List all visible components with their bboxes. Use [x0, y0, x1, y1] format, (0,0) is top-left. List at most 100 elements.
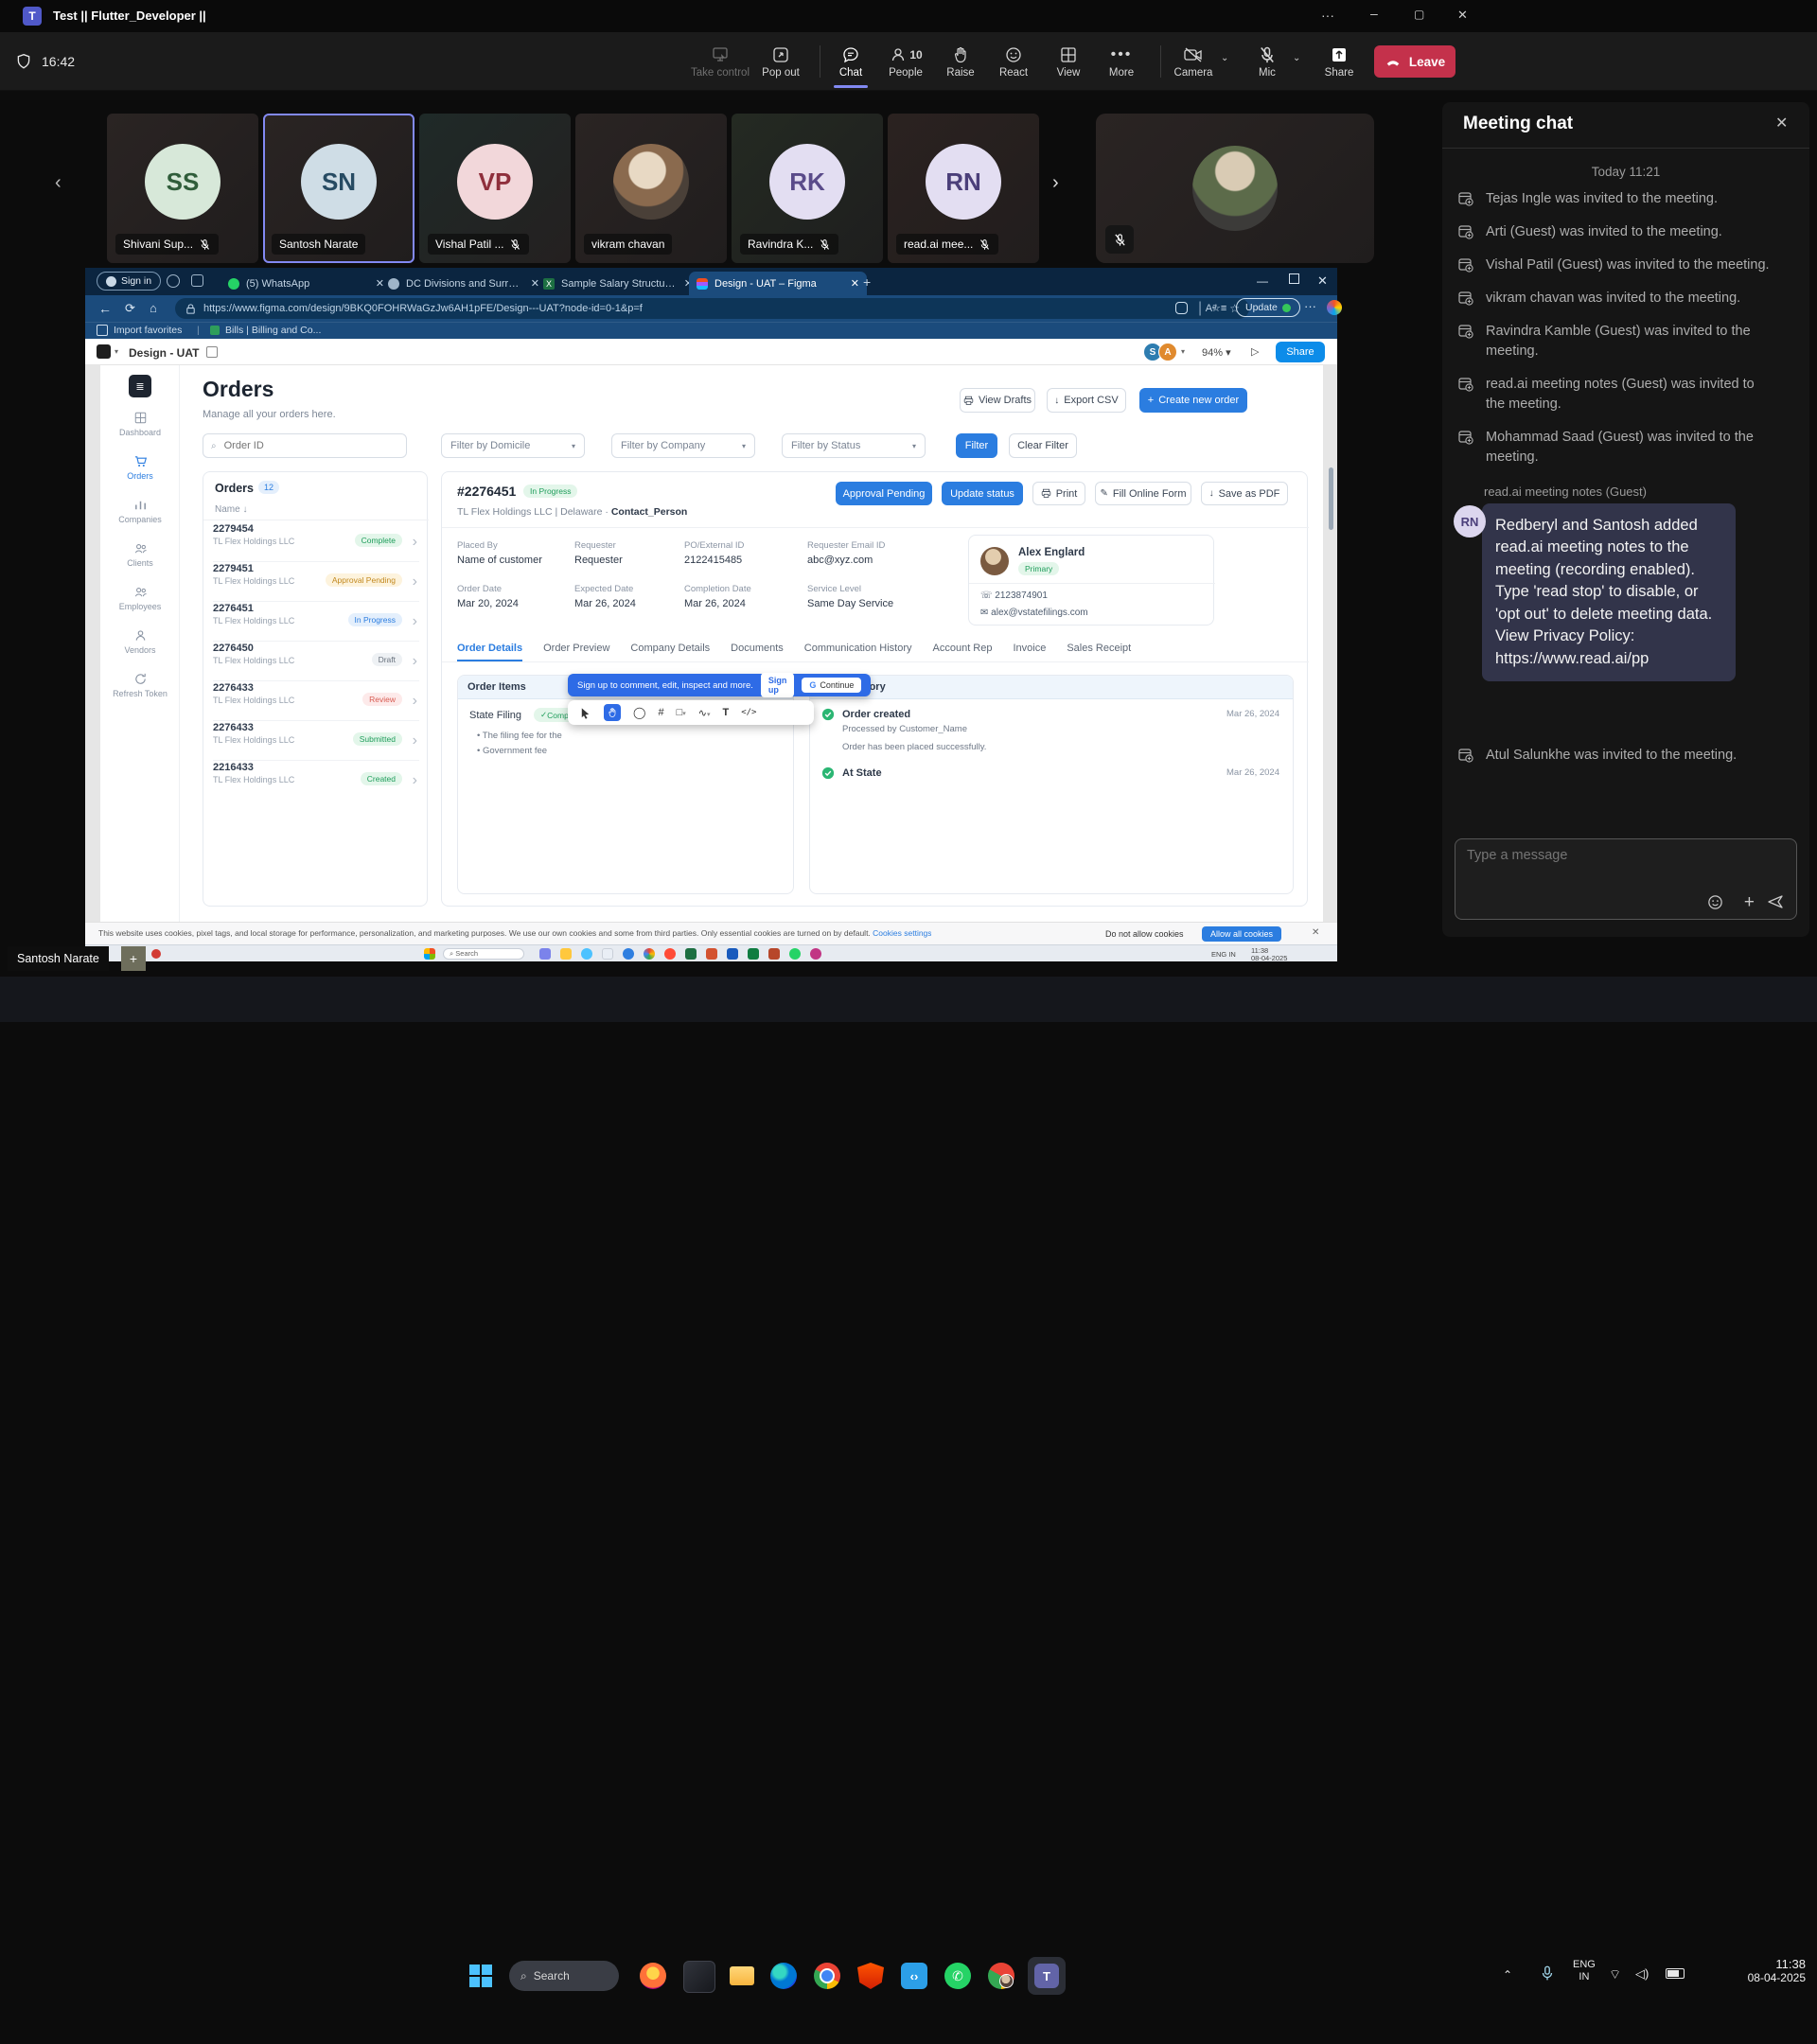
- figma-present-icon[interactable]: ▷: [1251, 345, 1259, 358]
- export-csv-button[interactable]: ↓ Export CSV: [1047, 388, 1126, 413]
- previous-participants-chevron[interactable]: ‹: [55, 172, 62, 194]
- order-row[interactable]: 2216433 TL Flex Holdings LLC Created ›: [213, 762, 419, 800]
- spotlight-participant-tile[interactable]: [1096, 114, 1374, 263]
- close-cookie-banner-icon[interactable]: ✕: [1312, 927, 1319, 938]
- text-tool-icon[interactable]: T: [722, 707, 729, 718]
- figma-menu-button[interactable]: ▾: [97, 344, 118, 359]
- participant-tile[interactable]: SS Shivani Sup...: [107, 114, 258, 263]
- tab-account-rep[interactable]: Account Rep: [933, 643, 993, 661]
- print-button[interactable]: Print: [1032, 482, 1085, 505]
- presenter-pin-button[interactable]: +: [121, 946, 146, 971]
- new-tab-button[interactable]: +: [863, 274, 871, 290]
- connector-tool-icon[interactable]: ∿▾: [698, 707, 711, 719]
- contact-email[interactable]: ✉ alex@vstatefilings.com: [980, 608, 1088, 618]
- copilot-icon[interactable]: [1327, 300, 1342, 315]
- signup-button[interactable]: Sign up: [761, 673, 795, 697]
- contact-person-link[interactable]: Contact_Person: [611, 506, 688, 518]
- tab-invoice[interactable]: Invoice: [1013, 643, 1046, 661]
- close-tab-icon[interactable]: ✕: [851, 277, 859, 290]
- order-id-search[interactable]: ⌕: [203, 433, 407, 458]
- browser-tab-dc-divisions[interactable]: DC Divisions and Surroundings ✕: [380, 272, 547, 295]
- url-field[interactable]: https://www.figma.com/design/9BKQ0FOHRWa…: [175, 298, 1249, 319]
- taskbar-app-icon[interactable]: [683, 1961, 715, 1993]
- create-new-order-button[interactable]: + Create new order: [1139, 388, 1247, 413]
- chat-message-input[interactable]: [1465, 847, 1781, 864]
- tab-order-preview[interactable]: Order Preview: [543, 643, 609, 661]
- filter-status-select[interactable]: Filter by Status▾: [782, 433, 926, 458]
- figma-zoom-control[interactable]: 94% ▾: [1202, 346, 1231, 359]
- react-button[interactable]: React: [986, 35, 1041, 88]
- minimize-button[interactable]: –: [1370, 6, 1378, 21]
- participant-tile[interactable]: vikram chavan: [575, 114, 727, 263]
- allow-all-cookies-button[interactable]: Allow all cookies: [1202, 926, 1281, 942]
- participant-tile[interactable]: RN read.ai mee...: [888, 114, 1039, 263]
- send-message-icon[interactable]: [1766, 892, 1785, 911]
- order-row[interactable]: 2276433 TL Flex Holdings LLC Submitted ›: [213, 722, 419, 761]
- taskbar-brave-icon[interactable]: [857, 1963, 884, 1989]
- taskbar-vscode-icon[interactable]: ‹›: [901, 1963, 927, 1989]
- canvas-scrollbar[interactable]: [1329, 467, 1333, 530]
- taskbar-chrome-icon[interactable]: [814, 1963, 840, 1989]
- share-button[interactable]: Share: [1312, 35, 1367, 88]
- sidebar-item-companies[interactable]: Companies: [100, 498, 180, 524]
- close-button[interactable]: ✕: [1457, 8, 1468, 23]
- bookmark-bills[interactable]: Bills | Billing and Co...: [210, 325, 321, 336]
- collaborators-chevron-icon[interactable]: ▾: [1181, 347, 1185, 356]
- collaborator-avatar[interactable]: A: [1158, 343, 1177, 361]
- order-row[interactable]: 2276433 TL Flex Holdings LLC Review ›: [213, 682, 419, 721]
- browser-minimize-icon[interactable]: —: [1257, 274, 1268, 288]
- sidebar-item-vendors[interactable]: Vendors: [100, 628, 180, 655]
- view-button[interactable]: View: [1041, 35, 1096, 88]
- tab-actions-icon[interactable]: [191, 274, 203, 287]
- hand-tool-icon-active[interactable]: [604, 704, 621, 721]
- cookies-settings-link[interactable]: Cookies settings: [873, 928, 931, 938]
- tray-clock[interactable]: 11:38 08-04-2025: [1730, 1957, 1806, 1984]
- camera-chevron-icon[interactable]: ⌄: [1221, 53, 1228, 63]
- tab-order-details[interactable]: Order Details: [457, 643, 522, 661]
- refresh-icon[interactable]: ⟳: [125, 301, 135, 316]
- tray-battery-icon[interactable]: [1666, 1968, 1685, 1979]
- people-button[interactable]: 10 People: [878, 35, 933, 88]
- home-icon[interactable]: ⌂: [150, 301, 157, 315]
- taskbar-file-explorer-icon[interactable]: [727, 1961, 757, 1991]
- name-column-header[interactable]: Name ↓: [215, 504, 247, 515]
- participant-tile[interactable]: VP Vishal Patil ...: [419, 114, 571, 263]
- order-row[interactable]: 2279451 TL Flex Holdings LLC Approval Pe…: [213, 563, 419, 602]
- tray-chevron-icon[interactable]: ⌃: [1503, 1968, 1512, 1982]
- filter-company-select[interactable]: Filter by Company▾: [611, 433, 755, 458]
- comment-tool-icon[interactable]: ◯: [633, 706, 645, 719]
- emoji-icon[interactable]: [1706, 893, 1724, 911]
- tray-mic-icon[interactable]: [1539, 1965, 1556, 1982]
- shape-tool-icon[interactable]: □▾: [677, 707, 686, 718]
- tray-volume-icon[interactable]: ◁): [1635, 1966, 1649, 1982]
- mic-chevron-icon[interactable]: ⌄: [1293, 53, 1300, 63]
- view-drafts-button[interactable]: View Drafts: [960, 388, 1035, 413]
- order-row[interactable]: 2276450 TL Flex Holdings LLC Draft ›: [213, 643, 419, 681]
- sidebar-item-orders[interactable]: Orders: [100, 454, 180, 481]
- edge-signin-button[interactable]: Sign in: [97, 272, 161, 291]
- order-row[interactable]: 2279454 TL Flex Holdings LLC Complete ›: [213, 523, 419, 562]
- next-participants-chevron[interactable]: ›: [1052, 172, 1059, 194]
- import-favorites-button[interactable]: Import favorites: [97, 325, 182, 336]
- do-not-allow-cookies-button[interactable]: Do not allow cookies: [1105, 929, 1184, 939]
- sidebar-item-employees[interactable]: Employees: [100, 585, 180, 611]
- back-icon[interactable]: ←: [98, 301, 112, 316]
- code-tool-icon[interactable]: </>: [741, 708, 756, 717]
- save-as-pdf-button[interactable]: ↓ Save as PDF: [1201, 482, 1288, 505]
- tab-company-details[interactable]: Company Details: [630, 643, 710, 661]
- attach-plus-icon[interactable]: +: [1744, 892, 1755, 913]
- continue-with-google-button[interactable]: G Continue: [802, 678, 861, 693]
- browser-tab-whatsapp[interactable]: (5) WhatsApp ✕: [221, 272, 392, 295]
- contact-phone[interactable]: ☏ 2123874901: [980, 590, 1048, 601]
- raise-hand-button[interactable]: Raise: [933, 35, 988, 88]
- tab-sales-receipt[interactable]: Sales Receipt: [1067, 643, 1131, 661]
- taskbar-search[interactable]: ⌕ Search: [509, 1961, 619, 1991]
- approval-pending-button[interactable]: Approval Pending: [836, 482, 932, 505]
- order-id-input[interactable]: [222, 439, 387, 452]
- participant-tile[interactable]: SN Santosh Narate: [263, 114, 415, 263]
- update-status-button[interactable]: Update status: [942, 482, 1023, 505]
- taskbar-teams-icon-active[interactable]: T 1: [1028, 1957, 1066, 1995]
- taskbar-whatsapp-icon[interactable]: ✆ 81: [944, 1963, 971, 1989]
- favorites-bar-icon[interactable]: ☆≡: [1211, 302, 1226, 314]
- taskbar-chrome-profile-icon[interactable]: [988, 1963, 1014, 1989]
